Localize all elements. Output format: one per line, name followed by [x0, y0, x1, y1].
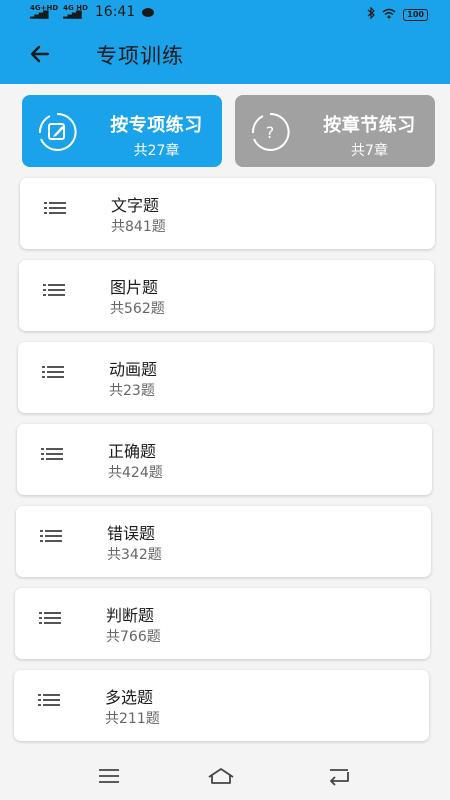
item-count: 共562题	[110, 301, 165, 317]
message-icon	[142, 7, 155, 17]
battery-icon: 100	[403, 8, 428, 21]
list-icon	[42, 364, 64, 378]
item-count: 共766题	[106, 629, 161, 645]
item-title: 文字题	[111, 196, 160, 215]
list-icon	[38, 692, 60, 706]
list-icon	[40, 528, 62, 542]
page-title: 专项训练	[96, 44, 184, 68]
list-item[interactable]: 错误题 共342题	[16, 506, 431, 577]
tab-title: 按专项练习	[110, 115, 203, 136]
arrow-left-icon[interactable]	[26, 40, 54, 68]
tab-by-chapter[interactable]: ? 按章节练习 共7章	[235, 95, 435, 167]
home-icon[interactable]	[206, 766, 236, 786]
status-right: 100	[367, 6, 428, 22]
item-count: 共841题	[111, 219, 166, 235]
back-icon[interactable]	[326, 766, 352, 786]
list-item[interactable]: 文字题 共841题	[20, 178, 435, 249]
bluetooth-icon	[367, 6, 376, 22]
tab-title: 按章节练习	[323, 115, 416, 136]
item-title: 多选题	[105, 688, 154, 707]
list-icon	[43, 282, 65, 296]
edit-circle-icon	[36, 111, 78, 153]
tab-subtitle: 共27章	[133, 143, 180, 159]
app-bar: 专项训练	[0, 26, 450, 84]
signal-icon-2: 4G HD ▂▄▆█	[63, 4, 88, 19]
list-item[interactable]: 正确题 共424题	[17, 424, 432, 495]
item-count: 共211题	[105, 711, 160, 727]
system-nav-bar	[0, 752, 450, 800]
item-title: 动画题	[109, 360, 158, 379]
item-title: 判断题	[106, 606, 155, 625]
signal-icon: 4G+HD ▂▄▆█	[30, 4, 59, 19]
tab-by-topic[interactable]: 按专项练习 共27章	[22, 95, 222, 167]
list-icon	[41, 446, 63, 460]
item-count: 共424题	[108, 465, 163, 481]
status-left: 4G+HD ▂▄▆█ 4G HD ▂▄▆█ 16:41	[30, 4, 155, 20]
menu-icon[interactable]	[96, 766, 122, 786]
item-count: 共342题	[107, 547, 162, 563]
status-time: 16:41	[94, 4, 136, 20]
item-title: 错误题	[107, 524, 156, 543]
list-icon	[39, 610, 61, 624]
item-title: 正确题	[108, 442, 157, 461]
status-bar: 4G+HD ▂▄▆█ 4G HD ▂▄▆█ 16:41 100	[0, 0, 450, 26]
item-title: 图片题	[110, 278, 159, 297]
tab-by-chapter-text: 按章节练习 共7章	[307, 111, 432, 160]
list-item[interactable]: 图片题 共562题	[19, 260, 434, 331]
tab-by-topic-text: 按专项练习 共27章	[94, 111, 219, 160]
tab-subtitle: 共7章	[351, 143, 388, 159]
list-icon	[44, 200, 66, 214]
wifi-icon	[382, 8, 396, 22]
list-item[interactable]: 动画题 共23题	[18, 342, 433, 413]
question-circle-icon: ?	[249, 111, 291, 153]
list-item[interactable]: 多选题 共211题	[14, 670, 429, 741]
list-item[interactable]: 判断题 共766题	[15, 588, 430, 659]
svg-text:?: ?	[266, 123, 275, 142]
item-count: 共23题	[109, 383, 155, 399]
